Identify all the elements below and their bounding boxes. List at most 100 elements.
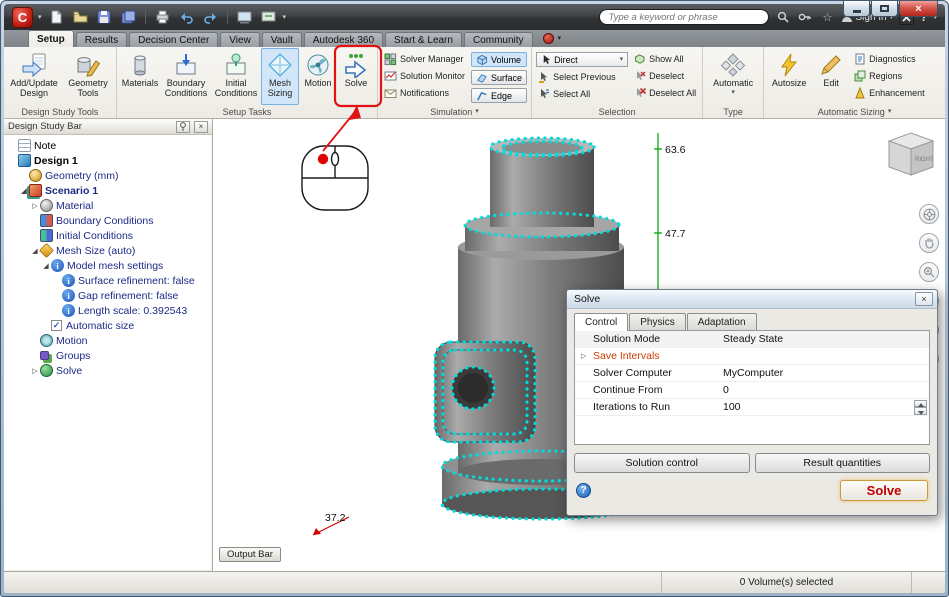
tree-item-surface-refinement[interactable]: i Surface refinement: false [4, 273, 211, 288]
tree-item-initial-conditions[interactable]: Initial Conditions [4, 228, 211, 243]
expander-expanded-icon[interactable]: ◢ [41, 262, 51, 270]
tab-view[interactable]: View [220, 32, 260, 47]
setting-row-solution-mode[interactable]: Solution Mode Steady State [575, 331, 929, 348]
result-quantities-button[interactable]: Result quantities [754, 453, 930, 473]
maximize-button[interactable] [871, 1, 898, 17]
tree-item-material[interactable]: ▷ Material [4, 198, 211, 213]
tab-adaptation[interactable]: Adaptation [686, 313, 757, 330]
expander-collapsed-icon[interactable]: ▷ [30, 202, 40, 210]
tree-item-note[interactable]: Note [4, 138, 211, 153]
autosize-button[interactable]: Autosize [766, 48, 812, 105]
zoom-icon[interactable] [919, 262, 939, 282]
geometry-tools-button[interactable]: Geometry Tools [62, 48, 114, 105]
chevron-down-icon[interactable]: ▾ [558, 35, 562, 42]
tree-item-gap-refinement[interactable]: i Gap refinement: false [4, 288, 211, 303]
tree-item-mesh-size[interactable]: ◢ Mesh Size (auto) [4, 242, 211, 259]
tab-physics[interactable]: Physics [629, 313, 686, 330]
setting-row-continue-from[interactable]: Continue From 0 [575, 382, 929, 399]
tree-item-scenario-1[interactable]: ◢ Scenario 1 [4, 183, 211, 198]
materials-button[interactable]: Materials [119, 48, 161, 105]
select-previous-button[interactable]: Select Previous [536, 70, 628, 84]
deselect-button[interactable]: Deselect [632, 69, 698, 83]
resize-grip[interactable] [911, 572, 945, 593]
search-icon[interactable] [775, 9, 791, 25]
tab-decision-center[interactable]: Decision Center [129, 32, 219, 47]
checkbox-checked-icon[interactable]: ✓ [51, 320, 62, 331]
tab-setup[interactable]: Setup [28, 30, 74, 47]
window-layout-icon[interactable] [235, 9, 254, 26]
setting-row-save-intervals[interactable]: ▷ Save Intervals [575, 348, 929, 365]
tree-item-automatic-size[interactable]: ✓ Automatic size [4, 318, 211, 333]
group-label[interactable]: Simulation ▾ [378, 105, 531, 118]
close-button[interactable]: × [899, 1, 938, 17]
edge-button[interactable]: Edge [471, 88, 528, 103]
close-panel-button[interactable]: × [194, 120, 208, 133]
tree-item-geometry[interactable]: Geometry (mm) [4, 168, 211, 183]
undo-icon[interactable] [177, 9, 196, 26]
motion-button[interactable]: Motion [299, 48, 337, 105]
automatic-type-button[interactable]: Automatic ▾ [705, 48, 761, 105]
save-all-icon[interactable] [119, 9, 138, 26]
chevron-down-icon[interactable]: ▾ [38, 14, 42, 21]
open-folder-icon[interactable] [71, 9, 90, 26]
regions-button[interactable]: Regions [852, 69, 927, 83]
solution-control-button[interactable]: Solution control [574, 453, 750, 473]
tree-item-design-1[interactable]: Design 1 [4, 153, 211, 168]
expander-collapsed-icon[interactable]: ▷ [581, 352, 593, 360]
tab-vault[interactable]: Vault [261, 32, 302, 47]
tab-autodesk-360[interactable]: Autodesk 360 [303, 32, 384, 47]
show-all-button[interactable]: Show All [632, 52, 698, 66]
dialog-help-icon[interactable]: ? [576, 483, 591, 498]
redo-icon[interactable] [201, 9, 220, 26]
iterations-spinner[interactable] [914, 399, 927, 415]
group-label[interactable]: Automatic Sizing ▾ [764, 105, 945, 118]
search-input[interactable] [599, 9, 770, 25]
print-icon[interactable] [153, 9, 172, 26]
infocenter-icon[interactable] [542, 33, 554, 44]
chevron-down-icon[interactable]: ▾ [283, 14, 287, 21]
new-file-icon[interactable] [47, 9, 66, 26]
solve-dialog-titlebar[interactable]: Solve × [567, 290, 937, 309]
solve-dialog[interactable]: Solve × Control Physics Adaptation Solut… [566, 289, 938, 516]
volume-button[interactable]: Volume [471, 52, 528, 67]
tab-community[interactable]: Community [463, 32, 533, 47]
tree-item-boundary-conditions[interactable]: Boundary Conditions [4, 213, 211, 228]
expander-collapsed-icon[interactable]: ▷ [30, 367, 40, 375]
app-logo-button[interactable]: C [12, 6, 33, 28]
boundary-conditions-button[interactable]: Boundary Conditions [161, 48, 211, 105]
tab-control[interactable]: Control [574, 313, 629, 331]
select-all-button[interactable]: Select All [536, 87, 628, 101]
setting-row-iterations[interactable]: Iterations to Run 100 [575, 399, 929, 416]
view-options-icon[interactable] [259, 9, 278, 26]
steering-wheel-icon[interactable] [919, 204, 939, 224]
expander-expanded-icon[interactable]: ◢ [19, 187, 29, 195]
minimize-button[interactable] [843, 1, 870, 17]
direct-dropdown[interactable]: Direct ▾ [536, 52, 629, 67]
surface-button[interactable]: Surface [471, 70, 528, 85]
add-update-design-button[interactable]: Add/Update Design [6, 48, 62, 105]
dialog-solve-button[interactable]: Solve [840, 480, 928, 501]
tree-item-motion[interactable]: Motion [4, 333, 211, 348]
notifications-button[interactable]: Notifications [382, 86, 467, 100]
mesh-sizing-button[interactable]: Mesh Sizing [261, 48, 299, 105]
enhancement-button[interactable]: Enhancement [852, 86, 927, 100]
initial-conditions-button[interactable]: Initial Conditions [211, 48, 261, 105]
dialog-close-button[interactable]: × [915, 292, 933, 306]
edit-button[interactable]: Edit [812, 48, 850, 105]
tree-item-model-mesh-settings[interactable]: ◢ i Model mesh settings [4, 258, 211, 273]
save-icon[interactable] [95, 9, 114, 26]
solve-button[interactable]: Solve [337, 48, 375, 105]
favorites-star-icon[interactable]: ☆ [819, 9, 835, 25]
solution-monitor-button[interactable]: Solution Monitor [382, 69, 467, 83]
tree-item-groups[interactable]: Groups [4, 348, 211, 363]
key-icon[interactable] [797, 9, 813, 25]
diagnostics-button[interactable]: Diagnostics [852, 52, 927, 66]
pan-hand-icon[interactable] [919, 233, 939, 253]
tab-results[interactable]: Results [75, 32, 128, 47]
solver-manager-button[interactable]: Solver Manager [382, 52, 467, 66]
output-bar-button[interactable]: Output Bar [219, 547, 281, 562]
tab-start-learn[interactable]: Start & Learn [385, 32, 462, 47]
deselect-all-button[interactable]: Deselect All [632, 86, 698, 100]
tree-item-solve[interactable]: ▷ Solve [4, 363, 211, 378]
pin-panel-button[interactable] [176, 120, 190, 133]
